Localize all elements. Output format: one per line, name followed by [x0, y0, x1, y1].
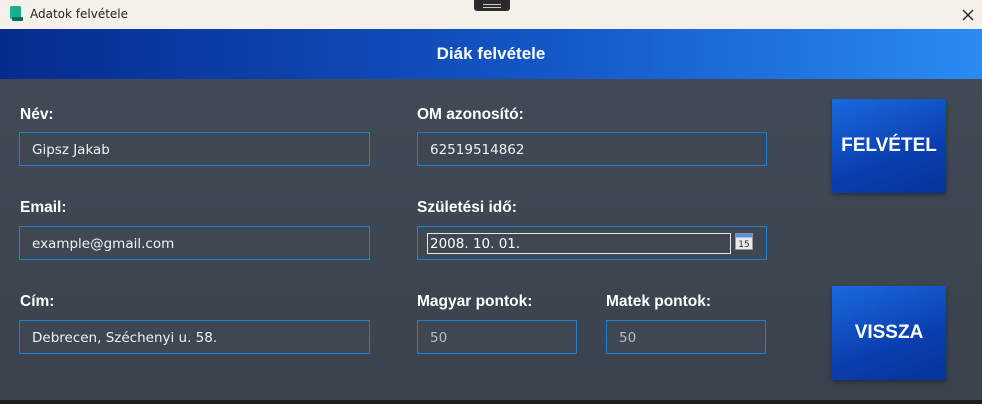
math-points-field[interactable]: 50: [606, 320, 766, 354]
calendar-icon-day: 15: [738, 240, 749, 250]
birth-value: 2008. 10. 01.: [430, 236, 521, 252]
name-value: Gipsz Jakab: [32, 142, 110, 158]
om-field[interactable]: 62519514862: [417, 132, 767, 166]
om-value: 62519514862: [430, 142, 525, 158]
app-icon: [10, 6, 23, 21]
back-button-label: VISSZA: [854, 322, 924, 343]
om-label: OM azonosító:: [417, 106, 524, 123]
birth-label: Születési idő:: [417, 199, 517, 216]
email-value: example@gmail.com: [32, 236, 175, 252]
page-title: Diák felvétele: [436, 44, 546, 63]
close-icon[interactable]: [958, 5, 978, 25]
submit-button-label: FELVÉTEL: [841, 135, 937, 156]
window-title: Adatok felvétele: [30, 7, 129, 21]
drag-handle[interactable]: [474, 0, 510, 11]
page-header: Diák felvétele: [0, 29, 982, 79]
back-button[interactable]: VISSZA: [832, 286, 946, 380]
address-field[interactable]: Debrecen, Széchenyi u. 58.: [19, 320, 370, 354]
window-bottom-edge: [0, 400, 982, 404]
address-label: Cím:: [20, 293, 55, 310]
birth-date-input[interactable]: 2008. 10. 01.: [427, 233, 731, 254]
window-titlebar: Adatok felvétele: [0, 0, 982, 29]
submit-button[interactable]: FELVÉTEL: [832, 99, 946, 193]
address-value: Debrecen, Széchenyi u. 58.: [32, 330, 218, 346]
email-label: Email:: [20, 199, 67, 216]
email-field[interactable]: example@gmail.com: [19, 226, 370, 260]
hungarian-points-label: Magyar pontok:: [417, 293, 533, 310]
hungarian-points-value: 50: [430, 330, 448, 346]
hungarian-points-field[interactable]: 50: [417, 320, 577, 354]
math-points-label: Matek pontok:: [606, 293, 712, 310]
math-points-value: 50: [619, 330, 637, 346]
name-field[interactable]: Gipsz Jakab: [19, 132, 370, 166]
name-label: Név:: [20, 106, 54, 123]
birth-date-picker[interactable]: 2008. 10. 01. 15: [417, 226, 767, 260]
calendar-icon[interactable]: 15: [735, 232, 753, 250]
